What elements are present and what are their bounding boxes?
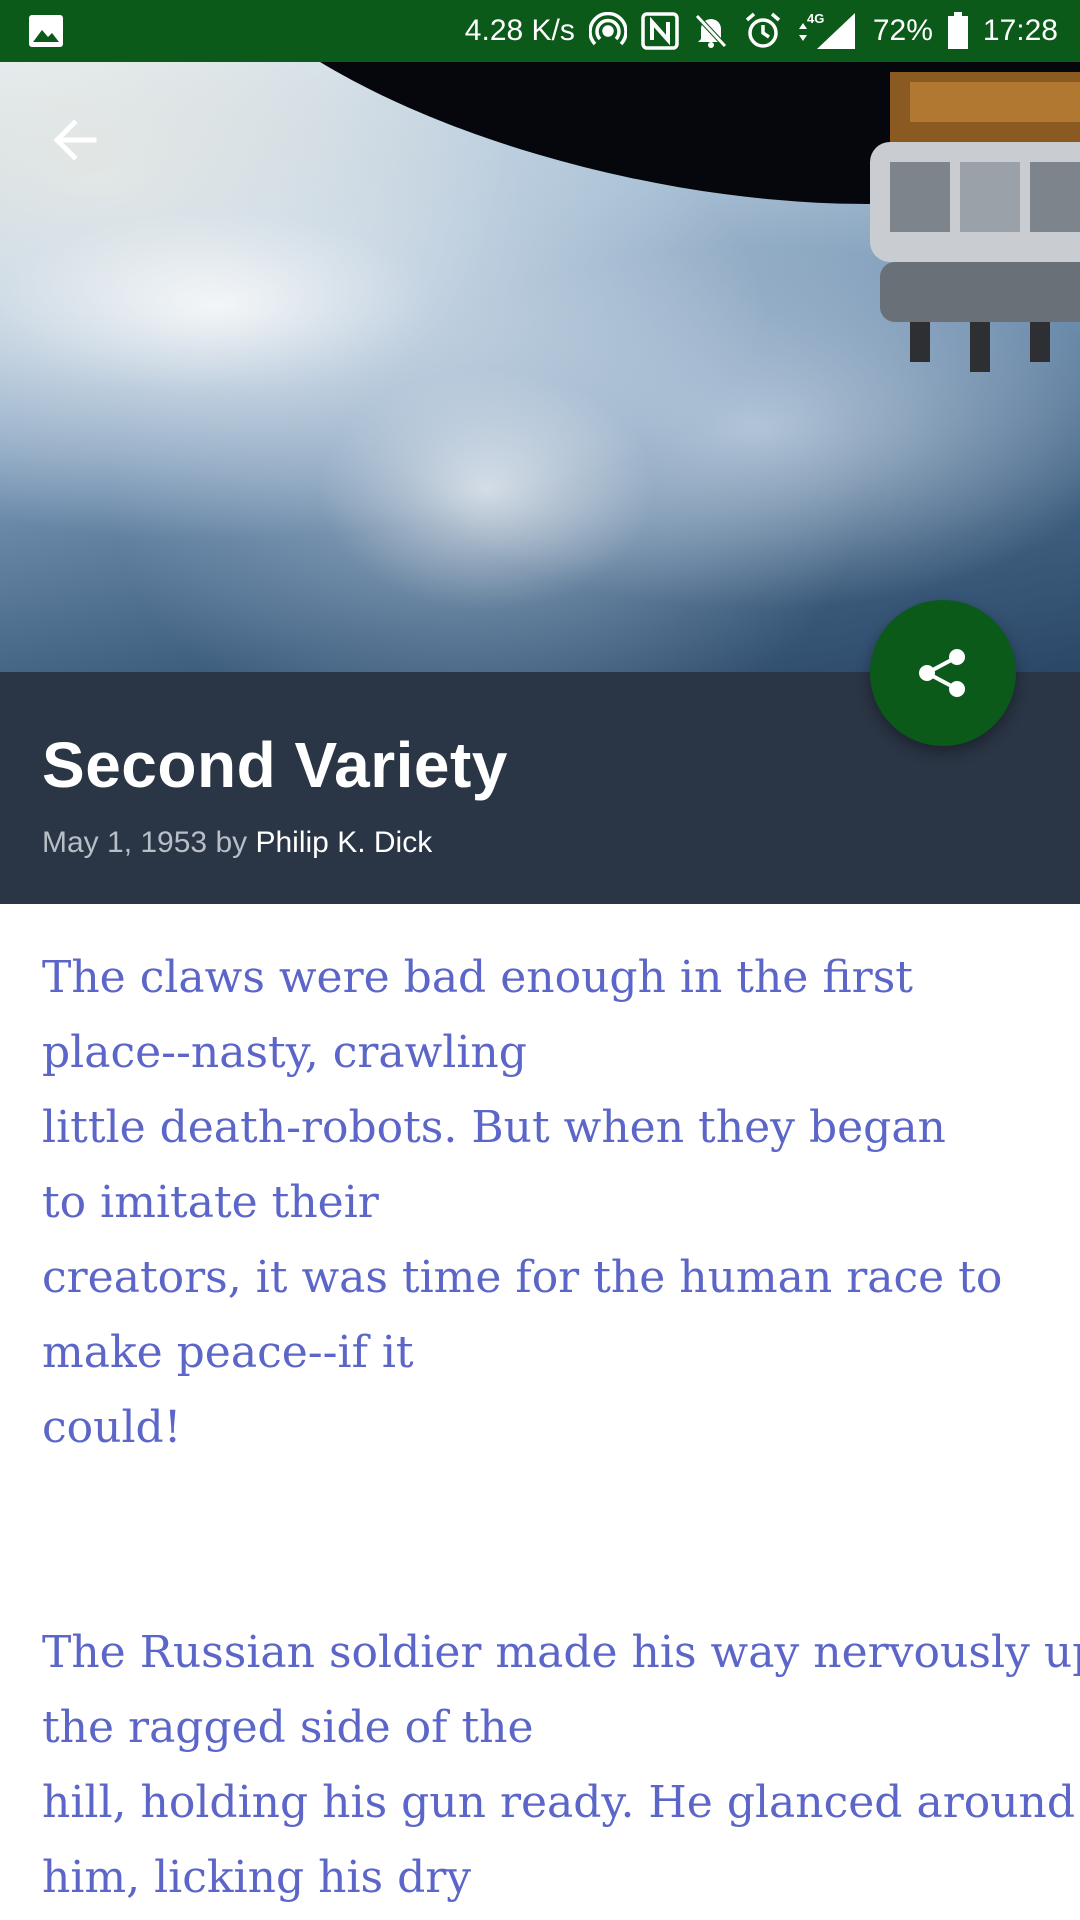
text-line: could! [42, 1402, 182, 1453]
text-line: make peace--if it [42, 1327, 414, 1378]
nfc-icon [641, 12, 679, 50]
author-link[interactable]: Philip K. Dick [255, 826, 432, 859]
article-meta: May 1, 1953 by Philip K. Dick [42, 826, 432, 860]
text-line: little death-robots. But when they began [42, 1102, 946, 1153]
publish-date: May 1, 1953 [42, 826, 208, 859]
image-icon [28, 14, 64, 53]
text-line: the ragged side of the [42, 1702, 534, 1753]
text-line: creators, it was time for the human race… [42, 1252, 1003, 1303]
text-line: hill, holding his gun ready. He glanced … [42, 1777, 1076, 1828]
space-station-image [870, 72, 1080, 372]
net-speed: 4.28 K/s [464, 14, 575, 47]
paragraph: The claws were bad enough in the first p… [42, 940, 1042, 1465]
paragraph: The Russian soldier made his way nervous… [42, 1615, 1080, 1915]
page-title: Second Variety [42, 729, 508, 801]
clock: 17:28 [982, 14, 1058, 47]
battery-percent: 72% [872, 14, 933, 47]
text-line: to imitate their [42, 1177, 379, 1228]
article-body: The claws were bad enough in the first p… [42, 940, 1080, 1915]
mute-icon [693, 12, 729, 50]
alarm-icon [743, 11, 783, 51]
text-line: The Russian soldier made his way nervous… [42, 1627, 1080, 1678]
battery-icon [947, 12, 969, 50]
back-button[interactable] [40, 105, 110, 175]
hero-image [0, 62, 1080, 672]
text-line: him, licking his dry [42, 1852, 472, 1903]
svg-text:4G: 4G [807, 11, 824, 26]
by-label: by [215, 826, 248, 859]
text-line: The claws were bad enough in the first [42, 952, 913, 1003]
status-bar: 4.28 K/s 4G 72% 17:28 [0, 0, 1080, 62]
signal-icon: 4G [797, 11, 859, 51]
share-button[interactable] [870, 600, 1016, 746]
share-icon [919, 649, 965, 697]
arrow-left-icon [53, 119, 97, 161]
text-line: place--nasty, crawling [42, 1027, 527, 1078]
hotspot-icon [588, 12, 627, 50]
